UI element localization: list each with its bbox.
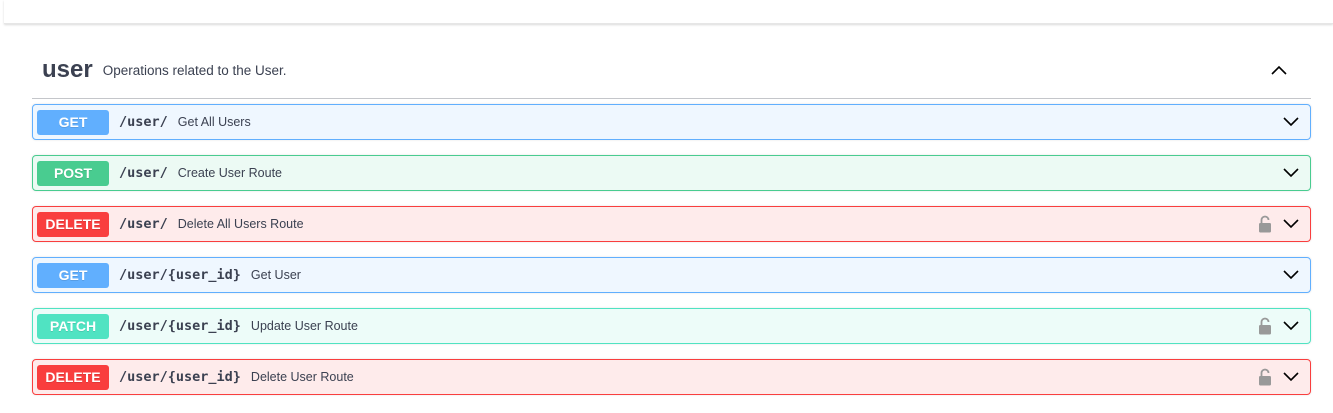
tag-name: user: [42, 56, 93, 83]
lock-icon[interactable]: [1256, 315, 1274, 337]
operation-path: /user/{user_id}: [119, 267, 241, 283]
operation-delete-user[interactable]: DELETE /user/{user_id} Delete User Route: [32, 359, 1311, 395]
operation-path: /user/: [119, 216, 168, 232]
tag-description: Operations related to the User.: [102, 62, 287, 78]
chevron-down-icon[interactable]: [1280, 213, 1302, 235]
operation-path: /user/{user_id}: [119, 369, 241, 385]
top-panel: [4, 0, 1333, 24]
chevron-down-icon[interactable]: [1280, 264, 1302, 286]
chevron-up-icon[interactable]: [1269, 60, 1289, 80]
method-badge: GET: [37, 109, 109, 135]
operations-list: GET /user/ Get All Users POST /user/ Cre…: [32, 104, 1311, 395]
chevron-down-icon[interactable]: [1280, 111, 1302, 133]
method-badge: DELETE: [37, 211, 109, 237]
lock-icon[interactable]: [1256, 366, 1274, 388]
operation-delete-users[interactable]: DELETE /user/ Delete All Users Route: [32, 206, 1311, 242]
operation-summary: Delete All Users Route: [177, 217, 304, 231]
method-badge: POST: [37, 160, 109, 186]
operation-post-user[interactable]: POST /user/ Create User Route: [32, 155, 1311, 191]
operation-summary: Delete User Route: [250, 370, 354, 384]
operation-summary: Get User: [250, 268, 301, 282]
tag-section-user: user Operations related to the User. GET…: [32, 42, 1311, 410]
method-badge: PATCH: [37, 313, 109, 339]
tag-header[interactable]: user Operations related to the User.: [32, 42, 1311, 99]
operation-path: /user/: [119, 114, 168, 130]
chevron-down-icon[interactable]: [1280, 315, 1302, 337]
operation-path: /user/{user_id}: [119, 318, 241, 334]
chevron-down-icon[interactable]: [1280, 162, 1302, 184]
method-badge: GET: [37, 262, 109, 288]
operation-summary: Update User Route: [250, 319, 358, 333]
operation-summary: Create User Route: [177, 166, 282, 180]
chevron-down-icon[interactable]: [1280, 366, 1302, 388]
lock-icon[interactable]: [1256, 213, 1274, 235]
operation-patch-user[interactable]: PATCH /user/{user_id} Update User Route: [32, 308, 1311, 344]
operation-summary: Get All Users: [177, 115, 251, 129]
operation-path: /user/: [119, 165, 168, 181]
operation-get-user-by-id[interactable]: GET /user/{user_id} Get User: [32, 257, 1311, 293]
method-badge: DELETE: [37, 364, 109, 390]
operation-get-user[interactable]: GET /user/ Get All Users: [32, 104, 1311, 140]
